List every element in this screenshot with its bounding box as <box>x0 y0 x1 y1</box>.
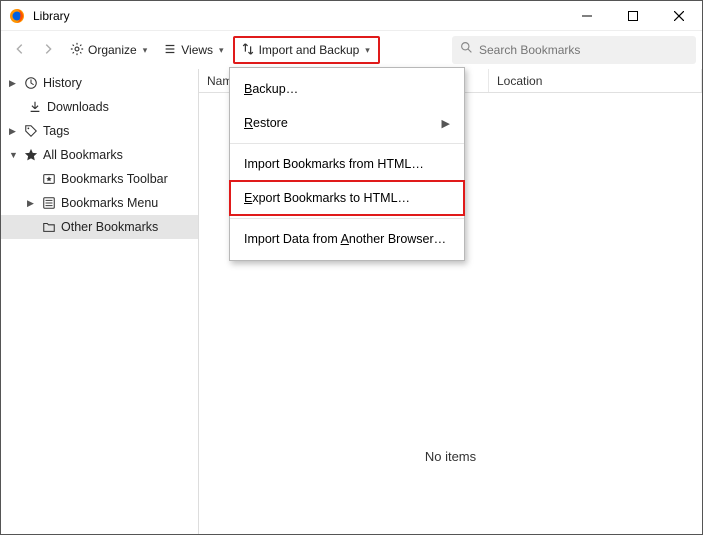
close-button[interactable] <box>656 1 702 31</box>
chevron-down-icon: ▾ <box>365 45 370 56</box>
folder-icon <box>41 219 57 235</box>
download-icon <box>27 99 43 115</box>
sidebar-item-label: History <box>43 76 82 90</box>
toolbar: Organize ▾ Views ▾ Import and Backup ▾ <box>1 31 702 69</box>
sidebar-item-label: Other Bookmarks <box>61 220 158 234</box>
menu-item-import-html[interactable]: Import Bookmarks from HTML… <box>230 147 464 181</box>
tag-icon <box>23 123 39 139</box>
window-title: Library <box>33 9 564 23</box>
menu-item-export-html[interactable]: Export Bookmarks to HTML… <box>230 181 464 215</box>
menu-item-label: Restore <box>244 116 288 130</box>
menu-item-label: Backup… <box>244 82 298 96</box>
sidebar: ▶ History Downloads ▶ Tags ▼ All Bookmar… <box>1 69 199 534</box>
search-input[interactable] <box>479 43 688 57</box>
window-controls <box>564 1 702 31</box>
menu-item-import-other[interactable]: Import Data from Another Browser… <box>230 222 464 256</box>
menu-item-backup[interactable]: Backup… <box>230 72 464 106</box>
sidebar-item-tags[interactable]: ▶ Tags <box>1 119 198 143</box>
column-location[interactable]: Location <box>489 69 702 92</box>
search-container <box>452 36 696 64</box>
bookmarks-toolbar-icon <box>41 171 57 187</box>
menu-item-restore[interactable]: Restore ▶ <box>230 106 464 140</box>
search-icon <box>460 41 479 59</box>
sidebar-item-bookmarks-menu[interactable]: ▶ Bookmarks Menu <box>1 191 198 215</box>
views-label: Views <box>181 43 213 57</box>
sidebar-item-history[interactable]: ▶ History <box>1 71 198 95</box>
expand-icon[interactable]: ▶ <box>9 126 19 137</box>
minimize-button[interactable] <box>564 1 610 31</box>
forward-arrow-icon <box>41 42 55 59</box>
title-bar: Library <box>1 1 702 31</box>
menu-separator <box>230 218 464 219</box>
forward-button[interactable] <box>35 36 61 64</box>
chevron-down-icon: ▾ <box>143 45 148 56</box>
import-backup-label: Import and Backup <box>259 43 360 57</box>
chevron-down-icon: ▾ <box>219 45 224 56</box>
sidebar-item-downloads[interactable]: Downloads <box>1 95 198 119</box>
menu-separator <box>230 143 464 144</box>
organize-button[interactable]: Organize ▾ <box>63 36 154 64</box>
expand-icon[interactable]: ▶ <box>9 78 19 89</box>
sidebar-item-label: Downloads <box>47 100 109 114</box>
star-icon <box>23 147 39 163</box>
firefox-icon <box>9 8 25 24</box>
sidebar-item-all-bookmarks[interactable]: ▼ All Bookmarks <box>1 143 198 167</box>
sidebar-item-label: Tags <box>43 124 69 138</box>
import-backup-button[interactable]: Import and Backup ▾ <box>233 36 380 64</box>
list-icon <box>163 42 177 59</box>
sidebar-item-bookmarks-toolbar[interactable]: Bookmarks Toolbar <box>1 167 198 191</box>
import-backup-menu: Backup… Restore ▶ Import Bookmarks from … <box>229 67 465 261</box>
collapse-icon[interactable]: ▼ <box>9 150 19 160</box>
views-button[interactable]: Views ▾ <box>156 36 230 64</box>
sidebar-item-label: Bookmarks Toolbar <box>61 172 168 186</box>
chevron-right-icon: ▶ <box>442 117 450 130</box>
organize-label: Organize <box>88 43 137 57</box>
history-icon <box>23 75 39 91</box>
sidebar-item-other-bookmarks[interactable]: Other Bookmarks <box>1 215 198 239</box>
menu-item-label: Import Bookmarks from HTML… <box>244 157 424 171</box>
bookmarks-menu-icon <box>41 195 57 211</box>
maximize-button[interactable] <box>610 1 656 31</box>
library-window: Library Organize ▾ Views ▾ Import and Ba… <box>0 0 703 535</box>
menu-item-label: Export Bookmarks to HTML… <box>244 191 410 205</box>
gear-icon <box>70 42 84 59</box>
expand-icon[interactable]: ▶ <box>27 198 37 209</box>
no-items-label: No items <box>199 449 702 464</box>
import-export-icon <box>241 42 255 59</box>
back-arrow-icon <box>13 42 27 59</box>
sidebar-item-label: All Bookmarks <box>43 148 123 162</box>
menu-item-label: Import Data from Another Browser… <box>244 232 446 246</box>
back-button[interactable] <box>7 36 33 64</box>
sidebar-item-label: Bookmarks Menu <box>61 196 158 210</box>
